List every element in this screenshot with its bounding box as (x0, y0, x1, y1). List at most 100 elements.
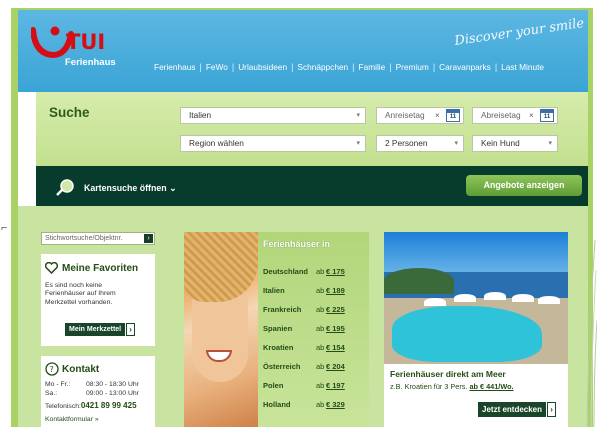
price-row[interactable]: Österreich ab € 204 (263, 362, 367, 374)
price-link[interactable]: € 225 (326, 305, 345, 314)
hours-weekday: Mo - Fr.: 08:30 - 18:30 Uhr (45, 381, 139, 388)
clear-icon[interactable]: × (529, 108, 534, 123)
main-nav: Ferienhaus | FeWo | Urlaubsideen | Schnäppc… (150, 60, 548, 74)
phone-number[interactable]: 0421 89 99 425 (81, 401, 137, 410)
slogan: Discover your smile (453, 15, 586, 50)
country-name: Polen (263, 381, 284, 390)
contact-card: ? Kontakt Mo - Fr.: 08:30 - 18:30 Uhr Sa.… (41, 356, 155, 427)
calendar-icon[interactable]: 11 (540, 109, 554, 122)
nav-fewo[interactable]: FeWo (202, 62, 232, 72)
my-watchlist-button[interactable]: Mein Merkzettel › (65, 323, 136, 336)
pool-water-shape (392, 306, 542, 362)
calendar-icon[interactable]: 11 (446, 109, 460, 122)
hill-shape (384, 268, 454, 294)
search-title: Suche (49, 105, 90, 120)
nav-schnaeppchen[interactable]: Schnäppchen (293, 62, 352, 72)
phone-icon: ? (45, 362, 59, 376)
price-link[interactable]: € 204 (326, 362, 345, 371)
site-header: TUI Ferienhaus Discover your smile Ferie… (18, 10, 588, 92)
persons-value: 2 Personen (385, 138, 428, 148)
country-name: Holland (263, 400, 291, 409)
umbrella-shape (538, 296, 560, 304)
departure-label: Abreisetag (481, 110, 521, 120)
discover-now-label: Jetzt entdecken (482, 405, 543, 414)
sea-promo-text: z.B. Kroatien für 3 Pers. ab € 441/Wo. (390, 382, 514, 391)
nav-premium[interactable]: Premium (392, 62, 433, 72)
contact-form-label: Kontaktformular (45, 416, 93, 423)
hours-saturday-time: 09:00 - 13:00 Uhr (86, 390, 139, 397)
hours-weekday-time: 08:30 - 18:30 Uhr (86, 381, 139, 388)
sea-promo[interactable]: Ferienhäuser direkt am Meer z.B. Kroatie… (384, 232, 568, 427)
keyword-search-placeholder: Stichwortsuche/Objektnr. (45, 235, 123, 242)
price-list-title: Ferienhäuser in (263, 239, 331, 249)
nav-urlaubsideen[interactable]: Urlaubsideen (234, 62, 291, 72)
price-row[interactable]: Deutschland ab € 175 (263, 267, 367, 279)
map-search-icon[interactable] (56, 179, 75, 196)
discover-now-button[interactable]: Jetzt entdecken › (478, 402, 557, 417)
hours-saturday: Sa.: 09:00 - 13:00 Uhr (45, 390, 139, 397)
ab-label: ab (316, 381, 325, 390)
clear-icon[interactable]: × (435, 108, 440, 123)
nav-ferienhaus[interactable]: Ferienhaus (150, 62, 200, 72)
search-action-bar: Kartensuche öffnen ⌄ Angebote anzeigen (36, 166, 588, 206)
page: TUI Ferienhaus Discover your smile Ferie… (18, 10, 588, 427)
brand-name[interactable]: TUI (66, 30, 105, 54)
sea-promo-price[interactable]: ab € 441/Wo. (470, 382, 514, 391)
phone-label: Telefonisch: (45, 403, 81, 410)
price-row[interactable]: Holland ab € 329 (263, 400, 367, 412)
price-list: Ferienhäuser in Deutschland ab € 175 Itali… (258, 232, 369, 427)
persons-select[interactable]: 2 Personen ▾ (376, 135, 464, 152)
ab-label: ab (316, 343, 325, 352)
content-area: Stichwortsuche/Objektnr. › Meine Favorit… (18, 206, 588, 427)
contact-title: Kontakt (62, 364, 100, 375)
chevron-down-icon: ▾ (356, 140, 360, 147)
price-row[interactable]: Kroatien ab € 154 (263, 343, 367, 355)
my-watchlist-label: Mein Merkzettel (69, 326, 122, 333)
sea-promo-desc: z.B. Kroatien für 3 Pers. (390, 382, 468, 391)
double-chevron-right-icon: » (94, 416, 99, 423)
price-link[interactable]: € 154 (326, 343, 345, 352)
country-name: Deutschland (263, 267, 309, 276)
dog-select[interactable]: Kein Hund ▾ (472, 135, 558, 152)
price-link[interactable]: € 189 (326, 286, 345, 295)
arrival-date-field[interactable]: Anreisetag × 11 (376, 107, 464, 124)
country-name: Italien (263, 286, 285, 295)
price-row[interactable]: Polen ab € 197 (263, 381, 367, 393)
hat-shape (184, 232, 258, 302)
country-select[interactable]: Italien ▾ (180, 107, 366, 124)
chevron-right-icon[interactable]: › (144, 234, 153, 243)
price-link[interactable]: € 329 (326, 400, 345, 409)
nav-last-minute[interactable]: Last Minute (497, 62, 548, 72)
country-name: Kroatien (263, 343, 294, 352)
left-sidebar: Stichwortsuche/Objektnr. › Meine Favorit… (32, 206, 155, 427)
chevron-down-icon: ⌄ (169, 183, 177, 193)
country-value: Italien (189, 110, 212, 120)
price-link[interactable]: € 197 (326, 381, 345, 390)
chevron-down-icon: ▾ (548, 140, 552, 147)
price-row[interactable]: Spanien ab € 195 (263, 324, 367, 336)
sea-promo-title: Ferienhäuser direkt am Meer (390, 369, 506, 379)
umbrella-shape (484, 292, 506, 300)
bracket-mark: ⌐ (1, 222, 8, 234)
price-link[interactable]: € 195 (326, 324, 345, 333)
heart-icon (45, 262, 58, 274)
countries-promo[interactable]: Ferienhäuser in Deutschland ab € 175 Itali… (184, 232, 369, 427)
chevron-down-icon: ▾ (356, 112, 360, 119)
show-offers-button[interactable]: Angebote anzeigen (466, 175, 582, 196)
nav-familie[interactable]: Familie (355, 62, 390, 72)
contact-form-link[interactable]: Kontaktformular » (45, 416, 99, 423)
phone-row: Telefonisch:0421 89 99 425 (45, 401, 137, 410)
departure-date-field[interactable]: Abreisetag × 11 (472, 107, 558, 124)
nav-caravanparks[interactable]: Caravanparks (435, 62, 495, 72)
hours-saturday-label: Sa.: (45, 390, 58, 397)
price-link[interactable]: € 175 (326, 267, 345, 276)
keyword-search-input[interactable]: Stichwortsuche/Objektnr. › (41, 232, 155, 245)
umbrella-shape (454, 294, 476, 302)
smiling-woman-image (184, 232, 258, 427)
map-search-toggle[interactable]: Kartensuche öffnen ⌄ (84, 183, 176, 194)
calendar-day: 11 (543, 114, 551, 120)
ab-label: ab (316, 305, 325, 314)
price-row[interactable]: Frankreich ab € 225 (263, 305, 367, 317)
price-row[interactable]: Italien ab € 189 (263, 286, 367, 298)
region-select[interactable]: Region wählen ▾ (180, 135, 366, 152)
